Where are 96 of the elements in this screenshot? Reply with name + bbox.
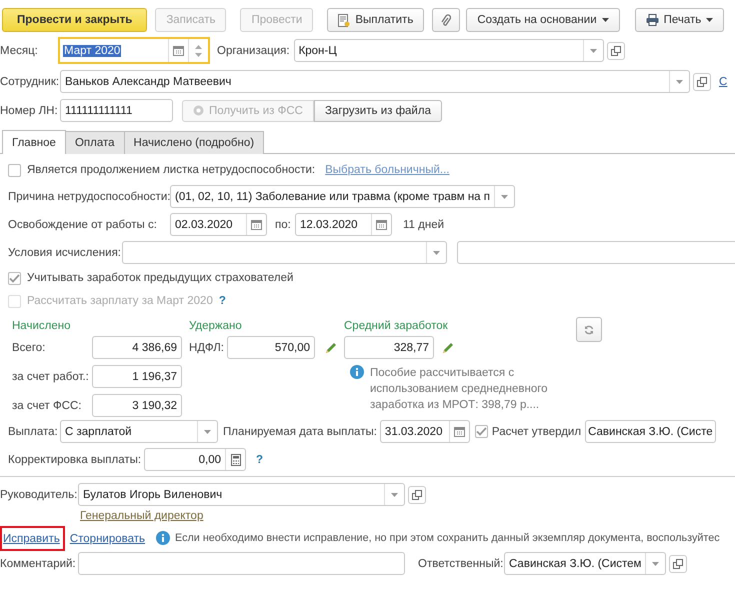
reason-field[interactable]: (01, 02, 10, 11) Заболевание или травма (кроме травм на п xyxy=(170,185,516,208)
link[interactable]: С xyxy=(719,76,728,88)
calculator-icon[interactable] xyxy=(230,454,240,466)
field-label: Условия исчисления: xyxy=(8,246,122,258)
date-field[interactable]: 31.03.2020 xyxy=(380,420,470,443)
caret-icon[interactable] xyxy=(433,250,440,254)
open-window-icon[interactable] xyxy=(673,558,684,568)
field-label: Всего: xyxy=(12,342,46,354)
conditions-field[interactable] xyxy=(122,241,447,264)
calendar-icon[interactable] xyxy=(376,220,387,230)
attach-button[interactable] xyxy=(432,8,460,32)
field-label: за счет ФСС: xyxy=(12,400,82,412)
calendar-icon[interactable] xyxy=(173,46,184,56)
checkbox-label: Расчет утвердил xyxy=(492,426,582,438)
tab[interactable]: Начислено (подробно) xyxy=(124,131,264,154)
field-label: Сотрудник: xyxy=(0,76,60,88)
days-count: 11 дней xyxy=(403,218,444,230)
date-field[interactable]: 12.03.2020 xyxy=(295,213,392,236)
manager-field[interactable]: Булатов Игорь Виленович xyxy=(78,483,405,506)
date-field[interactable]: 02.03.2020 xyxy=(170,213,267,236)
tab[interactable]: Главное xyxy=(2,130,66,154)
caret-icon[interactable] xyxy=(676,80,683,84)
checkbox[interactable] xyxy=(474,425,488,438)
checkbox-label: Учитывать заработок предыдущих страхователей xyxy=(27,272,294,284)
section-title: Средний заработок xyxy=(344,320,449,332)
caret-icon[interactable] xyxy=(204,430,211,434)
info-text: Пособие рассчитывается с использованием среднедневного заработка из МРОТ: 398,79 р.... xyxy=(370,366,549,413)
conditions-field[interactable] xyxy=(457,241,735,264)
printer-icon xyxy=(646,14,659,26)
field-label: Организация: xyxy=(217,44,290,56)
caret-icon[interactable] xyxy=(652,562,660,566)
section-title: Удержано xyxy=(189,320,243,332)
field-label: Выплата: xyxy=(8,426,59,438)
section-title: Начислено xyxy=(12,320,72,332)
checkbox[interactable] xyxy=(8,164,21,176)
amount-field[interactable]: 570,00 xyxy=(227,336,315,359)
action-link[interactable]: Сторнировать xyxy=(66,526,150,550)
amount-field[interactable]: 3 190,32 xyxy=(92,394,182,417)
field-label: Руководитель: xyxy=(0,488,78,500)
amount-field[interactable]: 4 386,69 xyxy=(92,336,182,359)
caret-icon[interactable] xyxy=(501,194,508,198)
field-label: за счет работ.: xyxy=(12,370,90,382)
field-label: Причина нетрудоспособности: xyxy=(8,190,170,202)
responsible-field[interactable]: Савинская З.Ю. (Систем xyxy=(504,552,666,575)
toolbar-button[interactable]: Провести и закрыть xyxy=(2,8,148,32)
help-link[interactable]: ? xyxy=(256,454,264,466)
info-text: Если необходимо внести исправление, но при этом сохранить данный экземпляр документа, воспользуйтес xyxy=(175,532,720,544)
comment-field[interactable] xyxy=(78,552,405,575)
toolbar-button[interactable]: Загрузить из файла xyxy=(314,100,442,122)
payment-field[interactable]: С зарплатой xyxy=(60,420,218,443)
tab[interactable]: Оплата xyxy=(64,131,125,154)
checkmark-icon xyxy=(476,427,487,436)
spin-icon[interactable] xyxy=(195,44,202,56)
month-field[interactable]: Март 2020 xyxy=(58,37,210,64)
action-link[interactable]: Исправить xyxy=(0,526,65,550)
field-label: Планируемая дата выплаты: xyxy=(223,426,377,438)
paperclip-icon xyxy=(441,14,452,26)
calendar-icon[interactable] xyxy=(251,220,262,230)
amount-field[interactable]: 328,77 xyxy=(344,336,434,359)
refresh-icon xyxy=(584,324,594,334)
field-label: Комментарий: xyxy=(0,558,77,570)
field-label: Номер ЛН: xyxy=(0,104,59,116)
field-label: Месяц: xyxy=(0,44,39,56)
position-link[interactable]: Генеральный директор xyxy=(80,510,204,522)
checkbox-label: Является продолжением листка нетрудоспособности: xyxy=(27,164,316,176)
organization-field[interactable]: Крон-Ц xyxy=(294,39,604,62)
info-icon xyxy=(156,531,170,545)
open-window-icon[interactable] xyxy=(610,46,621,56)
field-label: Корректировка выплаты: xyxy=(8,454,142,466)
document-icon xyxy=(338,14,350,26)
employee-field[interactable]: Ваньков Александр Матвеевич xyxy=(60,70,690,93)
checkmark-icon xyxy=(9,274,20,282)
print-button[interactable]: Печать xyxy=(634,8,724,32)
refresh-button[interactable] xyxy=(576,317,602,342)
pencil-icon[interactable] xyxy=(442,342,454,354)
sick-note-number-field[interactable]: 111111111111 xyxy=(60,99,173,122)
caret-icon[interactable] xyxy=(391,492,398,496)
caret-icon xyxy=(706,18,714,22)
checkbox[interactable] xyxy=(8,272,21,284)
pencil-icon[interactable] xyxy=(325,342,337,354)
info-icon xyxy=(350,365,364,379)
caret-icon xyxy=(602,18,609,22)
field-label: Ответственный: xyxy=(418,558,504,570)
approver-field[interactable]: Савинская З.Ю. (Систе xyxy=(585,420,716,443)
amount-field[interactable]: 0,00 xyxy=(144,448,246,471)
checkbox-label: Рассчитать зарплату за Март 2020 xyxy=(27,295,213,307)
calendar-icon[interactable] xyxy=(454,426,465,436)
amount-field[interactable]: 1 196,37 xyxy=(92,365,182,388)
toolbar-button[interactable]: Создать на основании xyxy=(466,8,620,32)
field-label: по: xyxy=(275,218,292,230)
field-label: НДФЛ: xyxy=(189,342,225,354)
field-label: Освобождение от работы с: xyxy=(8,218,158,230)
open-window-icon[interactable] xyxy=(412,490,422,500)
open-window-icon[interactable] xyxy=(697,76,707,86)
caret-icon[interactable] xyxy=(590,48,597,52)
toolbar-button[interactable]: Выплатить xyxy=(327,8,424,32)
